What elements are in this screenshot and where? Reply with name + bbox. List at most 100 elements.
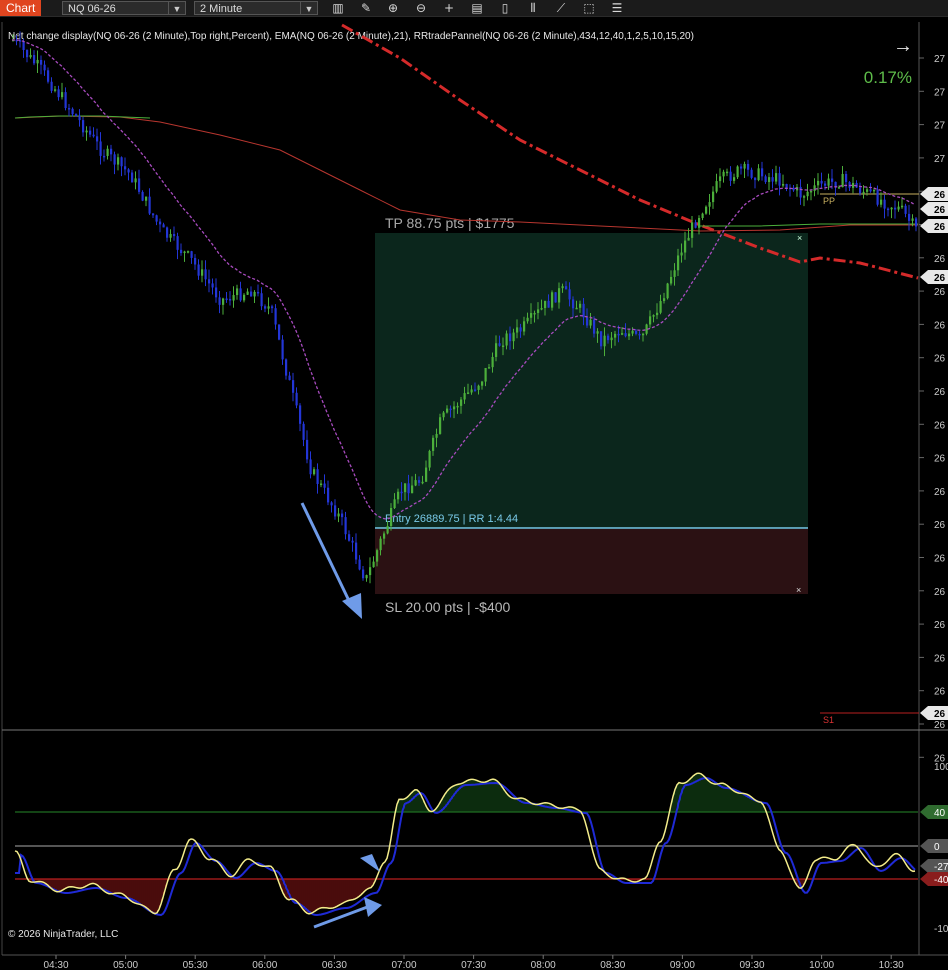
candle [85,130,88,133]
candle [820,180,823,184]
oscillator-axis[interactable]: 100 40 0 -27 -40 -10 [920,762,948,935]
candle [344,517,347,535]
price-axis-label: 26 [934,687,946,698]
candle [110,148,113,155]
candle [512,332,515,342]
candle [593,319,596,334]
candle [540,308,543,310]
candle [568,289,571,300]
candle [715,181,718,192]
osc-axis-label: -10 [934,924,948,935]
candle [285,359,288,376]
price-axis-label: 27 [934,154,946,165]
candle [253,291,256,297]
candle [96,136,99,142]
candle [309,459,312,475]
candle [117,157,120,165]
price-tag-label: 26 [934,222,946,233]
close-tp-icon[interactable]: × [797,233,802,243]
candle [873,189,876,192]
candle [596,331,599,334]
candle [64,92,67,109]
candle [771,177,774,182]
candle [495,343,498,357]
candle [414,480,417,486]
candle [169,234,172,238]
candle [190,251,193,258]
candle [211,283,214,288]
price-axis[interactable]: 2727272726262626262626262626262626262626… [919,54,948,764]
time-axis-label: 04:30 [43,960,68,970]
candle [544,300,547,309]
candle [225,298,228,300]
time-axis-label: 10:30 [879,960,904,970]
candle [880,199,883,205]
candle [866,189,869,192]
candle [477,385,480,390]
candle [183,251,186,254]
candle [386,526,389,534]
candle [530,313,533,318]
candle [22,41,25,51]
candle [911,218,914,221]
candle [481,381,484,386]
candle [659,301,662,313]
candle [155,215,158,222]
time-axis-label: 06:30 [322,960,347,970]
candle [418,480,421,483]
candle [743,163,746,169]
price-axis-label: 26 [934,587,946,598]
arrow-right-icon[interactable]: → [893,35,913,57]
candle [558,288,561,303]
candle [26,50,29,58]
candle [61,92,64,98]
candle [708,202,711,207]
osc-axis-label: -40 [934,875,948,886]
net-change-display: 0.17% [864,68,912,87]
candle [575,307,578,310]
candle [862,191,865,194]
candle [607,335,610,341]
candle [463,393,466,400]
arrow-head-icon [360,854,380,872]
candle [267,306,270,309]
candle [589,319,592,326]
chart-canvas[interactable]: Net change display(NQ 06-26 (2 Minute),T… [0,0,948,970]
candle [491,356,494,368]
close-sl-icon[interactable]: × [796,585,801,595]
candle [316,469,319,484]
time-axis[interactable]: 04:30 05:00 05:30 06:00 06:30 07:00 07:30 08:00… [43,955,904,970]
candle [29,55,32,58]
candle [425,467,428,482]
candle [141,191,144,201]
stop-loss-zone[interactable] [375,529,808,594]
candle [810,190,813,193]
price-axis-label: 27 [934,54,946,65]
candle [869,189,872,192]
take-profit-zone[interactable] [375,233,808,528]
candle [642,333,645,336]
candle [173,234,176,237]
candle [306,439,309,460]
candle [334,505,337,517]
candle [904,205,907,214]
candle [166,227,169,238]
candle [127,169,130,173]
candle [148,196,151,214]
candle [215,287,218,298]
candle [435,433,438,438]
candle [99,141,102,156]
time-axis-label: 07:00 [391,960,416,970]
s1-label: S1 [823,715,834,725]
candle [698,218,701,228]
candle [876,189,879,205]
candle [600,331,603,347]
price-tag: 26 [920,187,948,201]
price-tag-label: 26 [934,709,946,720]
candle [33,55,36,64]
candle [572,299,575,309]
candle [852,183,855,188]
candle [341,513,344,518]
candle [673,270,676,277]
candle [656,312,659,316]
